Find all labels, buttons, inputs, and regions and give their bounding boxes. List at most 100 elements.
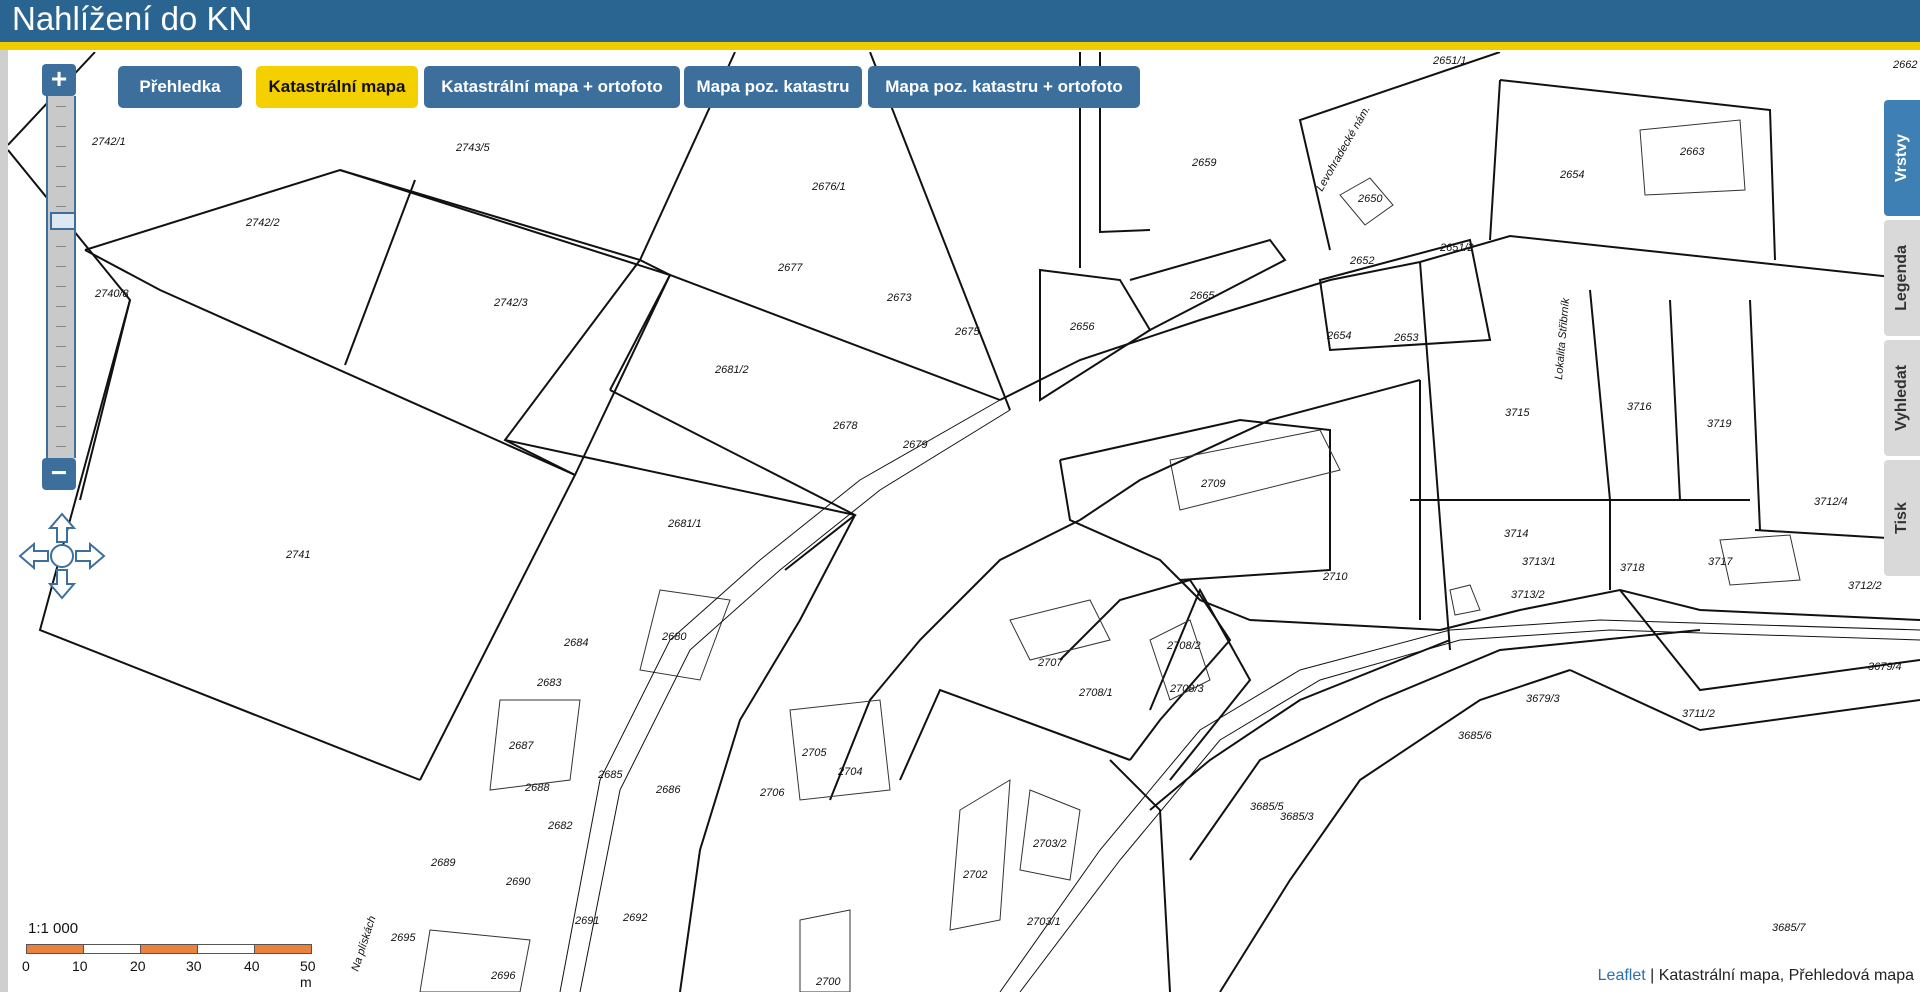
parcel-label: 2679: [902, 439, 927, 451]
side-tab-legenda[interactable]: Legenda: [1884, 220, 1920, 336]
app-header: Nahlížení do KN: [0, 0, 1920, 42]
parcel-label: 2691: [574, 915, 599, 927]
parcel-label: 2673: [886, 292, 912, 304]
zoom-slider-handle[interactable]: [50, 212, 76, 230]
parcel-label: 3679/3: [1526, 693, 1561, 705]
parcel-label: 3713/2: [1511, 589, 1545, 601]
pan-center-icon[interactable]: [50, 544, 74, 568]
scale-bar: 1:1 000 0 10 20 30 40 50 m: [22, 920, 324, 990]
parcel-label: 2702: [962, 869, 987, 881]
parcel-label: 2740/8: [94, 288, 130, 300]
parcel-label: 2706: [759, 787, 785, 799]
parcel-label: 2690: [505, 876, 531, 888]
scale-segment: [83, 944, 141, 954]
scale-segment: [26, 944, 84, 954]
street-label: Lokalita Střibrník: [1553, 297, 1572, 380]
pan-right-icon[interactable]: [75, 541, 106, 571]
zoom-in-button[interactable]: +: [42, 64, 76, 96]
parcel-label: 2654: [1559, 169, 1584, 181]
side-tab-vrstvy[interactable]: Vrstvy: [1884, 100, 1920, 216]
parcel-label: 2652: [1349, 255, 1374, 267]
scale-segment: [197, 944, 255, 954]
parcel-label: 2663: [1679, 146, 1705, 158]
parcel-label: 3685/7: [1772, 922, 1807, 934]
parcel-label: 3679/4: [1868, 661, 1902, 673]
parcel-label: 3716: [1627, 401, 1652, 413]
street-label: Na plískách: [349, 915, 378, 973]
scale-ratio: 1:1 000: [28, 920, 79, 937]
parcel-label: 3718: [1620, 562, 1645, 574]
pan-arrows-icon: [18, 512, 106, 600]
parcel-label: 2742/1: [91, 136, 126, 148]
parcel-label: 2742/2: [245, 217, 280, 229]
parcel-label: 3685/3: [1280, 811, 1315, 823]
layer-tab-prehledka[interactable]: Přehledka: [118, 66, 242, 108]
parcel-label: 2687: [508, 740, 534, 752]
pan-down-icon[interactable]: [47, 569, 77, 600]
parcel-label: 2676/1: [811, 181, 846, 193]
leaflet-link[interactable]: Leaflet: [1598, 967, 1646, 984]
parcel-label: 3711/2: [1682, 708, 1715, 720]
scale-label: 0: [22, 958, 30, 974]
pan-left-icon[interactable]: [18, 541, 49, 571]
parcel-labels: 2742/1 2742/2 2743/5 2740/8 2742/3 2741 …: [91, 55, 1917, 988]
parcel-label: 2700: [815, 976, 841, 988]
street-labels: Lokalita Střibrník Na plískách Levohrade…: [349, 104, 1572, 973]
parcel-label: 2688: [524, 782, 550, 794]
side-tab-label: Vrstvy: [1893, 133, 1910, 183]
scale-label: 40: [244, 958, 260, 974]
layer-tab-mapa-poz-katastru[interactable]: Mapa poz. katastru: [684, 66, 862, 108]
scale-label: 10: [72, 958, 88, 974]
parcel-label: 2692: [622, 912, 647, 924]
parcel-label: 2681/2: [714, 364, 749, 376]
parcel-label: 2680: [661, 631, 687, 643]
parcel-label: 2703/2: [1032, 838, 1067, 850]
zoom-slider-track[interactable]: [46, 96, 76, 458]
parcel-label: 2704: [837, 766, 862, 778]
zoom-control: + −: [42, 64, 76, 490]
parcel-label: 2650: [1357, 193, 1383, 205]
scale-segment: [140, 944, 198, 954]
scale-label: 20: [130, 958, 146, 974]
parcel-label: 2651/2: [1439, 242, 1474, 254]
side-tab-tisk[interactable]: Tisk: [1884, 460, 1920, 576]
parcel-label: 2742/3: [493, 297, 529, 309]
building-outlines: [419, 119, 1801, 992]
side-tab-vyhledat[interactable]: Vyhledat: [1884, 340, 1920, 456]
parcel-label: 3717: [1708, 556, 1733, 568]
zoom-out-button[interactable]: −: [42, 458, 76, 490]
layer-tab-mapa-poz-katastru-ortofoto[interactable]: Mapa poz. katastru + ortofoto: [868, 66, 1140, 108]
parcel-label: 2695: [390, 932, 416, 944]
parcel-label: 3712/2: [1848, 580, 1882, 592]
parcel-boundaries: [8, 52, 1920, 992]
parcel-label: 2678: [832, 420, 858, 432]
scale-label: 30: [186, 958, 202, 974]
parcel-label: 3712/4: [1814, 496, 1848, 508]
map-canvas[interactable]: 2742/1 2742/2 2743/5 2740/8 2742/3 2741 …: [8, 52, 1920, 992]
parcel-label: 2681/1: [667, 518, 702, 530]
parcel-label: 2665: [1189, 290, 1215, 302]
scale-label: 50 m: [300, 958, 316, 990]
parcel-label: 2659: [1191, 157, 1216, 169]
parcel-label: 2656: [1069, 321, 1095, 333]
parcel-label: 3714: [1504, 528, 1528, 540]
cadastral-map[interactable]: 2742/1 2742/2 2743/5 2740/8 2742/3 2741 …: [8, 52, 1920, 992]
parcel-label: 2654: [1326, 330, 1351, 342]
side-tab-label: Legenda: [1893, 245, 1910, 311]
parcel-label: 3685/6: [1458, 730, 1493, 742]
parcel-label: 2705: [801, 747, 827, 759]
road-lines: [559, 399, 1920, 992]
parcel-label: 2653: [1393, 332, 1419, 344]
attribution-text: | Katastrální mapa, Přehledová mapa: [1645, 967, 1914, 984]
parcel-label: 2682: [547, 820, 572, 832]
pan-up-icon[interactable]: [47, 512, 77, 543]
parcel-label: 2685: [597, 769, 623, 781]
layer-tab-katastralni-mapa-ortofoto[interactable]: Katastrální mapa + ortofoto: [424, 66, 680, 108]
parcel-label: 2662: [1892, 59, 1917, 71]
parcel-label: 2683: [536, 677, 562, 689]
parcel-label: 2677: [777, 262, 803, 274]
layer-tab-katastralni-mapa[interactable]: Katastrální mapa: [256, 66, 418, 108]
pan-control[interactable]: [18, 512, 106, 600]
parcel-label: 2743/5: [455, 142, 491, 154]
parcel-label: 3719: [1707, 418, 1731, 430]
